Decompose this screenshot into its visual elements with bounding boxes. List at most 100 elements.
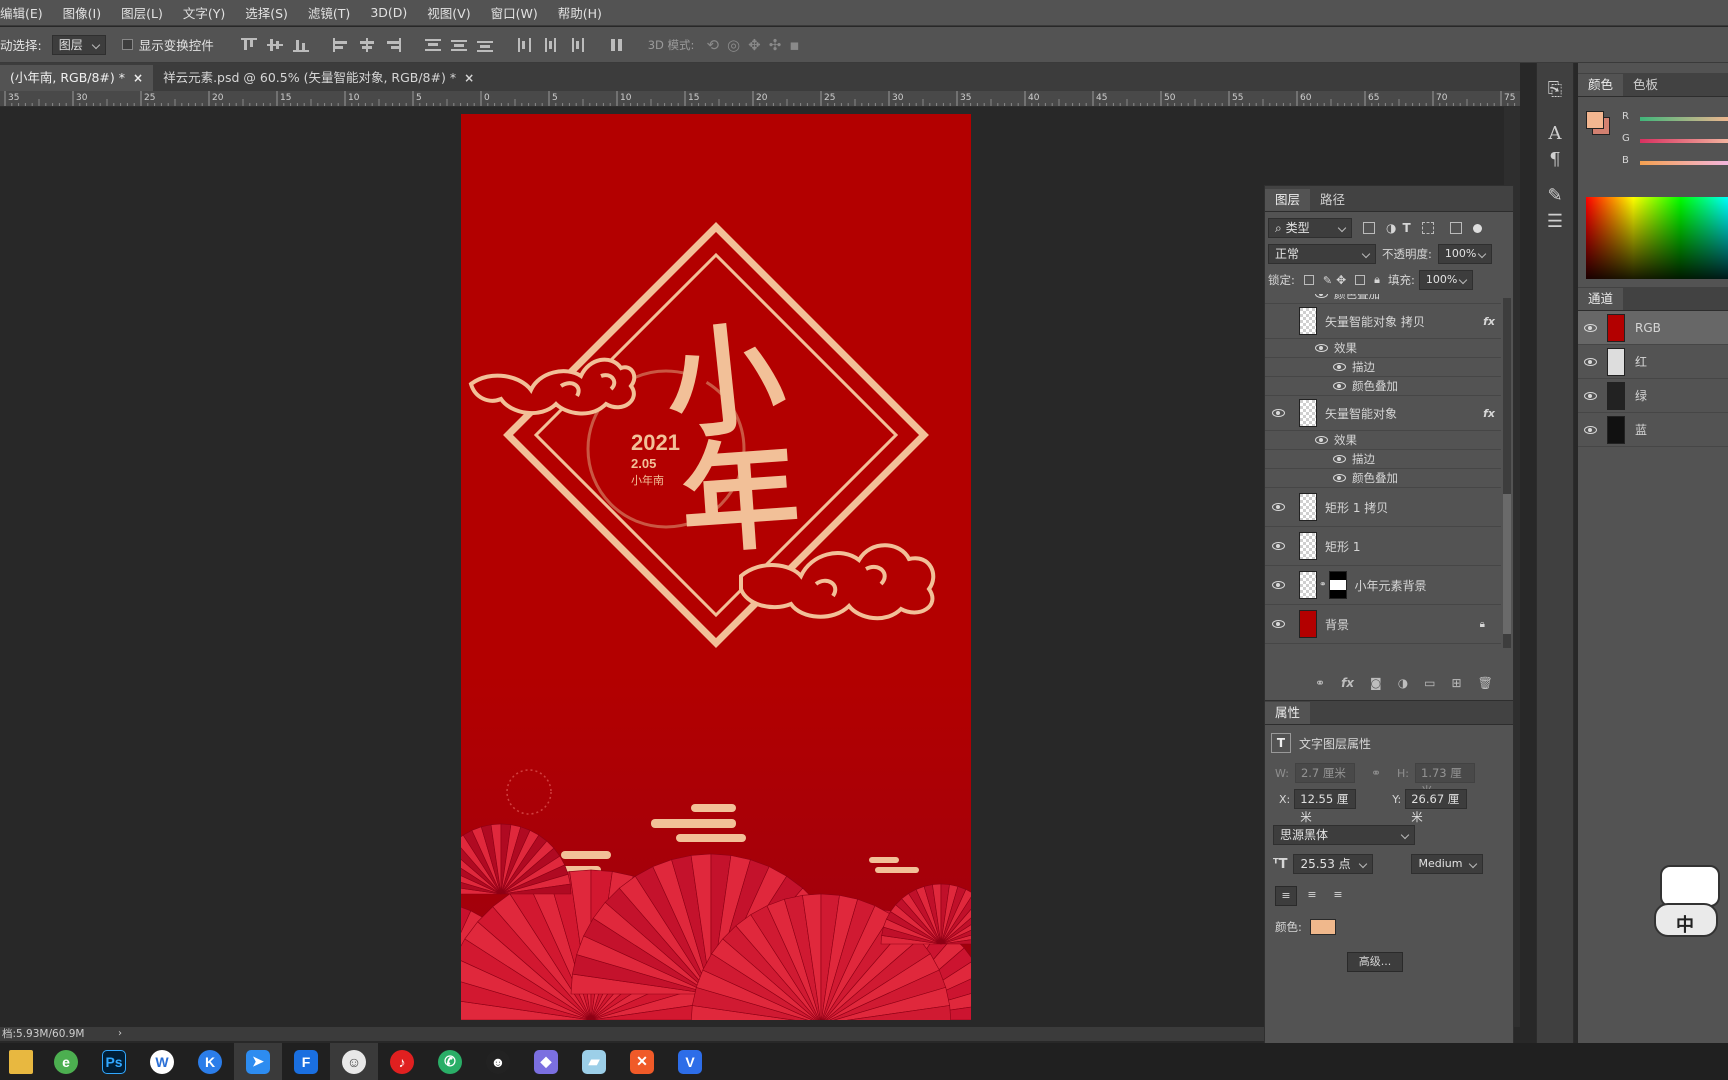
- color-tab[interactable]: 颜色: [1578, 74, 1624, 96]
- taskbar-explorer[interactable]: [0, 1043, 42, 1080]
- taskbar-browser[interactable]: e: [42, 1043, 90, 1080]
- menu-item[interactable]: 窗口(W): [481, 3, 548, 22]
- x-field[interactable]: 12.55 厘米: [1294, 789, 1357, 824]
- taskbar-app-v[interactable]: V: [666, 1043, 714, 1080]
- y-field[interactable]: 26.67 厘米: [1405, 789, 1468, 824]
- link-layers-icon[interactable]: ⚭: [1315, 676, 1325, 690]
- taskbar-avatar-app[interactable]: ☺: [330, 1043, 378, 1080]
- menu-item[interactable]: 编辑(E): [0, 3, 53, 22]
- g-slider[interactable]: [1640, 139, 1728, 143]
- taskbar-qq[interactable]: ☻: [474, 1043, 522, 1080]
- properties-tab[interactable]: 属性: [1265, 702, 1311, 724]
- delete-layer-icon[interactable]: 🗑︎: [1478, 676, 1493, 690]
- layer-row[interactable]: 矩形 1 拷贝: [1265, 488, 1501, 527]
- show-transform-checkbox[interactable]: [121, 39, 133, 50]
- channel-visibility-icon[interactable]: [1584, 391, 1597, 400]
- effect-visibility-icon[interactable]: [1315, 436, 1328, 444]
- blend-mode-dropdown[interactable]: 正常: [1268, 244, 1376, 264]
- layer-effect-row[interactable]: 描边: [1265, 450, 1501, 469]
- filter-toggle-icon[interactable]: [1472, 223, 1482, 233]
- 3d-slide-icon[interactable]: ✣: [769, 36, 782, 54]
- taskbar-photoshop[interactable]: Ps: [90, 1043, 138, 1080]
- status-arrow-icon[interactable]: ›: [118, 1027, 128, 1041]
- layer-effects-row[interactable]: 效果: [1265, 339, 1501, 358]
- lock-icon[interactable]: 🔒︎: [1480, 619, 1485, 630]
- channel-row[interactable]: 绿: [1578, 379, 1728, 413]
- filter-smart-icon[interactable]: [1449, 222, 1462, 234]
- align-hcenter-icon[interactable]: [359, 37, 375, 52]
- filter-shape-icon[interactable]: [1421, 222, 1434, 234]
- document-tab[interactable]: (小年南, RGB/8#) * ×: [0, 65, 154, 91]
- new-layer-icon[interactable]: ⊞: [1452, 676, 1462, 690]
- effect-visibility-icon[interactable]: [1333, 382, 1346, 390]
- effect-visibility-icon[interactable]: [1315, 294, 1328, 298]
- layers-tab[interactable]: 图层: [1265, 189, 1311, 211]
- opacity-field[interactable]: 100%: [1437, 244, 1492, 264]
- 3d-rotate-icon[interactable]: ⟲: [706, 36, 719, 54]
- taskbar-app-gem[interactable]: ◆: [522, 1043, 570, 1080]
- distribute-bottom-icon[interactable]: [476, 38, 493, 52]
- visibility-eye-icon[interactable]: [1272, 409, 1285, 417]
- taskbar-app-f[interactable]: F: [282, 1043, 330, 1080]
- layer-row[interactable]: 矢量智能对象 fx: [1265, 396, 1501, 431]
- fx-icon[interactable]: fx: [1483, 407, 1495, 420]
- font-size-dropdown[interactable]: 25.53 点: [1293, 854, 1374, 874]
- distribute-right-icon[interactable]: [569, 37, 585, 52]
- distribute-top-icon[interactable]: [424, 38, 441, 52]
- adjust-icon[interactable]: ☰: [1541, 209, 1569, 235]
- layer-effect-row[interactable]: 颜色叠加: [1265, 377, 1501, 396]
- channels-tab[interactable]: 通道: [1578, 288, 1624, 310]
- link-wh-icon[interactable]: ⚭: [1371, 766, 1381, 780]
- filter-adjust-icon[interactable]: ◑: [1386, 221, 1396, 235]
- adjustment-layer-icon[interactable]: ◑: [1398, 676, 1408, 690]
- layer-list-scrollbar[interactable]: [1503, 298, 1511, 648]
- align-text-center-icon[interactable]: ≡: [1301, 886, 1323, 906]
- visibility-eye-icon[interactable]: [1272, 503, 1285, 511]
- align-top-icon[interactable]: [240, 37, 257, 52]
- swatches-tab[interactable]: 色板: [1623, 74, 1668, 96]
- 3d-roll-icon[interactable]: ◎: [727, 36, 740, 54]
- w-field[interactable]: 2.7 厘米: [1294, 763, 1355, 783]
- text-color-swatch[interactable]: [1309, 919, 1336, 935]
- channel-visibility-icon[interactable]: [1584, 357, 1597, 366]
- menu-item[interactable]: 图像(I): [53, 3, 111, 22]
- layer-filter-dropdown[interactable]: ⌕ 类型: [1268, 218, 1352, 238]
- layer-row[interactable]: 矩形 1: [1265, 527, 1501, 566]
- character-icon[interactable]: A: [1541, 121, 1569, 147]
- taskbar-feishu[interactable]: ➤: [234, 1043, 282, 1080]
- visibility-empty-icon[interactable]: [1272, 317, 1285, 325]
- add-mask-icon[interactable]: ◙: [1370, 676, 1382, 690]
- menu-item[interactable]: 视图(V): [417, 3, 480, 22]
- close-tab-icon[interactable]: ×: [133, 66, 143, 90]
- align-text-left-icon[interactable]: ≡: [1275, 886, 1297, 906]
- menu-item[interactable]: 帮助(H): [548, 3, 612, 22]
- layer-effects-row[interactable]: 效果: [1265, 431, 1501, 450]
- effect-visibility-icon[interactable]: [1333, 474, 1346, 482]
- paragraph-icon[interactable]: ¶: [1541, 147, 1569, 173]
- channel-row[interactable]: 蓝: [1578, 413, 1728, 447]
- lock-paint-icon[interactable]: ✎: [1323, 274, 1332, 287]
- align-right-icon[interactable]: [385, 37, 401, 52]
- taskbar-app-x[interactable]: ✕: [618, 1043, 666, 1080]
- channel-row[interactable]: 红: [1578, 345, 1728, 379]
- layer-effect-row[interactable]: 描边: [1265, 358, 1501, 377]
- fill-field[interactable]: 100%: [1418, 270, 1473, 290]
- document-canvas[interactable]: 小 年 2021 2.05 小年南: [461, 114, 971, 1020]
- taskbar-app-book[interactable]: ▰: [570, 1043, 618, 1080]
- h-field[interactable]: 1.73 厘米: [1415, 763, 1475, 798]
- fx-icon[interactable]: fx: [1483, 315, 1495, 328]
- advanced-button[interactable]: 高级...: [1347, 952, 1403, 972]
- spectrum-picker[interactable]: [1586, 197, 1728, 279]
- layer-row[interactable]: 背景 🔒︎: [1265, 605, 1501, 644]
- close-tab-icon[interactable]: ×: [464, 66, 474, 90]
- layer-row[interactable]: 矢量智能对象 拷贝 fx: [1265, 304, 1501, 339]
- font-family-dropdown[interactable]: 思源黑体: [1273, 825, 1415, 845]
- history-icon[interactable]: ⎘: [1541, 77, 1569, 103]
- layer-style-icon[interactable]: fx: [1341, 676, 1354, 690]
- lock-position-icon[interactable]: ✥: [1336, 273, 1346, 287]
- taskbar-wechat[interactable]: ✆: [426, 1043, 474, 1080]
- filter-text-icon[interactable]: T: [1402, 221, 1410, 235]
- filter-pixel-icon[interactable]: [1363, 222, 1375, 234]
- effect-visibility-icon[interactable]: [1333, 363, 1346, 371]
- align-bottom-icon[interactable]: [292, 38, 309, 52]
